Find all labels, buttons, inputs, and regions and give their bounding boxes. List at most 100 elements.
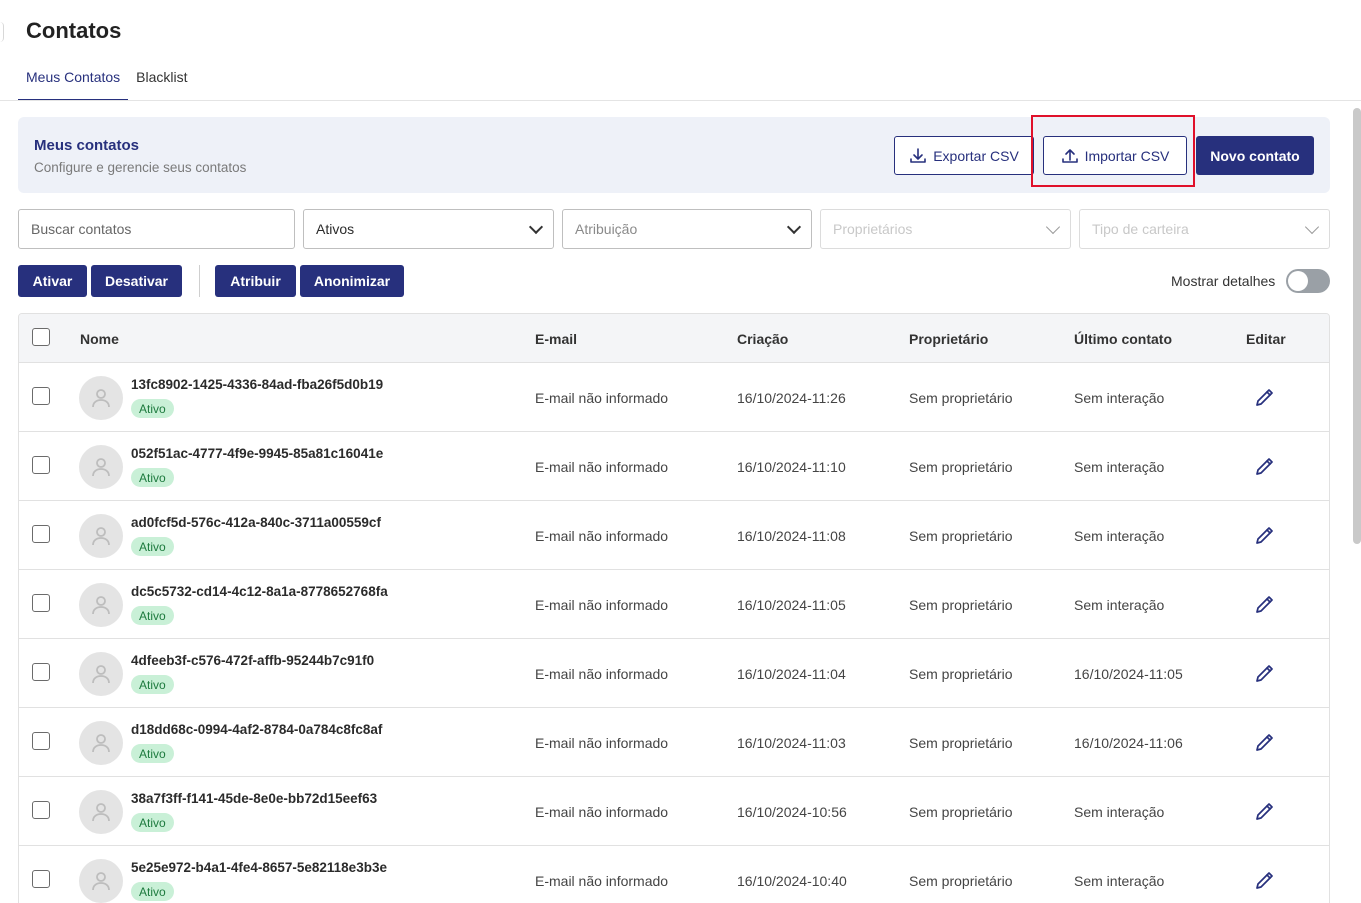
status-badge: Ativo: [131, 813, 174, 832]
contacts-table: Nome E-mail Criação Proprietário Último …: [18, 313, 1330, 903]
contact-email: E-mail não informado: [535, 459, 669, 475]
tab-meus-contatos[interactable]: Meus Contatos: [18, 60, 129, 101]
status-badge: Ativo: [131, 606, 174, 625]
table-row[interactable]: dc5c5732-cd14-4c12-8a1a-8778652768fa Ativ…: [19, 570, 1329, 639]
contact-name[interactable]: 052f51ac-4777-4f9e-9945-85a81c16041e: [131, 446, 383, 461]
contact-owner: Sem proprietário: [909, 873, 1013, 889]
table-row[interactable]: 13fc8902-1425-4336-84ad-fba26f5d0b19 Ativ…: [19, 363, 1329, 432]
table-header: Nome E-mail Criação Proprietário Último …: [19, 314, 1329, 363]
collapsed-sidebar-edge[interactable]: [0, 22, 4, 42]
row-checkbox[interactable]: [32, 870, 50, 888]
pencil-icon: [1256, 803, 1273, 820]
edit-contact-button[interactable]: [1253, 661, 1277, 685]
table-row[interactable]: 38a7f3ff-f141-45de-8e0e-bb72d15eef63 Ativ…: [19, 777, 1329, 846]
search-input[interactable]: [31, 221, 282, 237]
pencil-icon: [1256, 596, 1273, 613]
pencil-icon: [1256, 734, 1273, 751]
contact-name[interactable]: d18dd68c-0994-4af2-8784-0a784c8fc8af: [131, 722, 382, 737]
row-checkbox[interactable]: [32, 663, 50, 681]
row-checkbox[interactable]: [32, 801, 50, 819]
chevron-down-icon: [1045, 219, 1061, 234]
status-badge: Ativo: [131, 468, 174, 487]
section-title: Meus contatos: [34, 137, 140, 154]
column-header-name[interactable]: Nome: [80, 331, 119, 347]
owners-select-placeholder: Proprietários: [833, 221, 913, 237]
contact-last-contact: 16/10/2024-11:05: [1074, 666, 1183, 682]
status-select[interactable]: Ativos: [303, 209, 554, 249]
avatar: [79, 790, 123, 834]
edit-contact-button[interactable]: [1253, 592, 1277, 616]
owners-select: Proprietários: [820, 209, 1071, 249]
wallet-type-select-placeholder: Tipo de carteira: [1092, 221, 1189, 237]
row-checkbox[interactable]: [32, 456, 50, 474]
assign-button[interactable]: Atribuir: [215, 265, 296, 297]
row-checkbox[interactable]: [32, 594, 50, 612]
table-row[interactable]: 5e25e972-b4a1-4fe4-8657-5e82118e3b3e Ativ…: [19, 846, 1329, 903]
download-icon: [910, 147, 927, 163]
column-header-owner[interactable]: Proprietário: [909, 331, 988, 347]
column-header-last-contact[interactable]: Último contato: [1074, 331, 1172, 347]
contact-last-contact: Sem interação: [1074, 528, 1165, 544]
contact-last-contact: Sem interação: [1074, 804, 1165, 820]
row-checkbox[interactable]: [32, 732, 50, 750]
avatar: [79, 376, 123, 420]
contact-email: E-mail não informado: [535, 666, 669, 682]
user-icon: [92, 458, 110, 477]
tab-blacklist[interactable]: Blacklist: [128, 60, 195, 101]
user-icon: [92, 734, 110, 753]
status-badge: Ativo: [131, 537, 174, 556]
deactivate-button[interactable]: Desativar: [91, 265, 182, 297]
pencil-icon: [1256, 389, 1273, 406]
avatar: [79, 514, 123, 558]
search-field[interactable]: [18, 209, 295, 249]
anonymize-button[interactable]: Anonimizar: [300, 265, 404, 297]
pencil-icon: [1256, 872, 1273, 889]
page-scrollbar[interactable]: [1353, 108, 1361, 544]
edit-contact-button[interactable]: [1253, 868, 1277, 892]
assignment-select[interactable]: Atribuição: [562, 209, 812, 249]
contact-name[interactable]: ad0fcf5d-576c-412a-840c-3711a00559cf: [131, 515, 381, 530]
chevron-down-icon: [786, 219, 802, 234]
select-all-checkbox[interactable]: [32, 328, 50, 346]
highlight-annotation: [1031, 115, 1195, 187]
export-csv-button[interactable]: Exportar CSV: [894, 136, 1034, 175]
table-row[interactable]: 052f51ac-4777-4f9e-9945-85a81c16041e Ativ…: [19, 432, 1329, 501]
edit-contact-button[interactable]: [1253, 730, 1277, 754]
column-header-created[interactable]: Criação: [737, 331, 788, 347]
table-row[interactable]: ad0fcf5d-576c-412a-840c-3711a00559cf Ativ…: [19, 501, 1329, 570]
pencil-icon: [1256, 527, 1273, 544]
contact-email: E-mail não informado: [535, 804, 669, 820]
avatar: [79, 583, 123, 627]
page-title: Contatos: [26, 18, 122, 43]
edit-contact-button[interactable]: [1253, 454, 1277, 478]
contact-name[interactable]: 13fc8902-1425-4336-84ad-fba26f5d0b19: [131, 377, 383, 392]
contact-name[interactable]: dc5c5732-cd14-4c12-8a1a-8778652768fa: [131, 584, 388, 599]
table-row[interactable]: 4dfeeb3f-c576-472f-affb-95244b7c91f0 Ativ…: [19, 639, 1329, 708]
new-contact-button[interactable]: Novo contato: [1196, 136, 1314, 175]
table-row[interactable]: d18dd68c-0994-4af2-8784-0a784c8fc8af Ativ…: [19, 708, 1329, 777]
contact-last-contact: Sem interação: [1074, 597, 1165, 613]
contact-email: E-mail não informado: [535, 390, 669, 406]
user-icon: [92, 596, 110, 615]
contact-name[interactable]: 5e25e972-b4a1-4fe4-8657-5e82118e3b3e: [131, 860, 387, 875]
activate-button[interactable]: Ativar: [18, 265, 87, 297]
row-checkbox[interactable]: [32, 525, 50, 543]
contact-created: 16/10/2024-10:40: [737, 873, 847, 889]
user-icon: [92, 803, 110, 822]
avatar: [79, 445, 123, 489]
edit-contact-button[interactable]: [1253, 799, 1277, 823]
chevron-down-icon: [1304, 219, 1320, 234]
contact-created: 16/10/2024-11:08: [737, 528, 846, 544]
edit-contact-button[interactable]: [1253, 385, 1277, 409]
column-header-edit: Editar: [1246, 331, 1286, 347]
edit-contact-button[interactable]: [1253, 523, 1277, 547]
contact-name[interactable]: 38a7f3ff-f141-45de-8e0e-bb72d15eef63: [131, 791, 377, 806]
column-header-email[interactable]: E-mail: [535, 331, 577, 347]
status-badge: Ativo: [131, 675, 174, 694]
contact-email: E-mail não informado: [535, 528, 669, 544]
avatar: [79, 859, 123, 903]
show-details-toggle[interactable]: [1286, 269, 1330, 293]
row-checkbox[interactable]: [32, 387, 50, 405]
contact-created: 16/10/2024-11:03: [737, 735, 846, 751]
contact-name[interactable]: 4dfeeb3f-c576-472f-affb-95244b7c91f0: [131, 653, 374, 668]
